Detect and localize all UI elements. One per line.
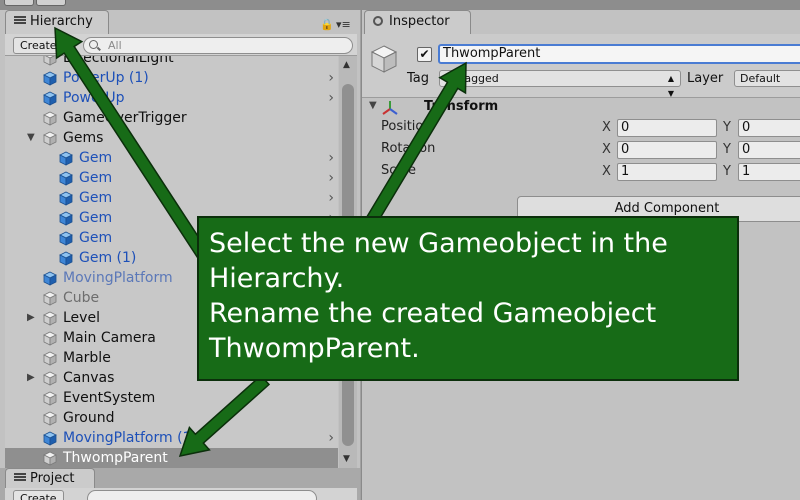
callout-line: ThwompParent. bbox=[209, 333, 420, 364]
arrow-to-name-field bbox=[365, 61, 467, 225]
callout-line: Select the new Gameobject in the bbox=[209, 228, 668, 259]
arrow-to-hierarchy-tab bbox=[54, 26, 212, 263]
arrow-to-selected-item bbox=[178, 374, 271, 457]
callout-line: Hierarchy. bbox=[209, 263, 345, 294]
instruction-callout: Select the new Gameobject in the Hierarc… bbox=[197, 216, 739, 381]
callout-line: Rename the created Gameobject bbox=[209, 298, 657, 329]
